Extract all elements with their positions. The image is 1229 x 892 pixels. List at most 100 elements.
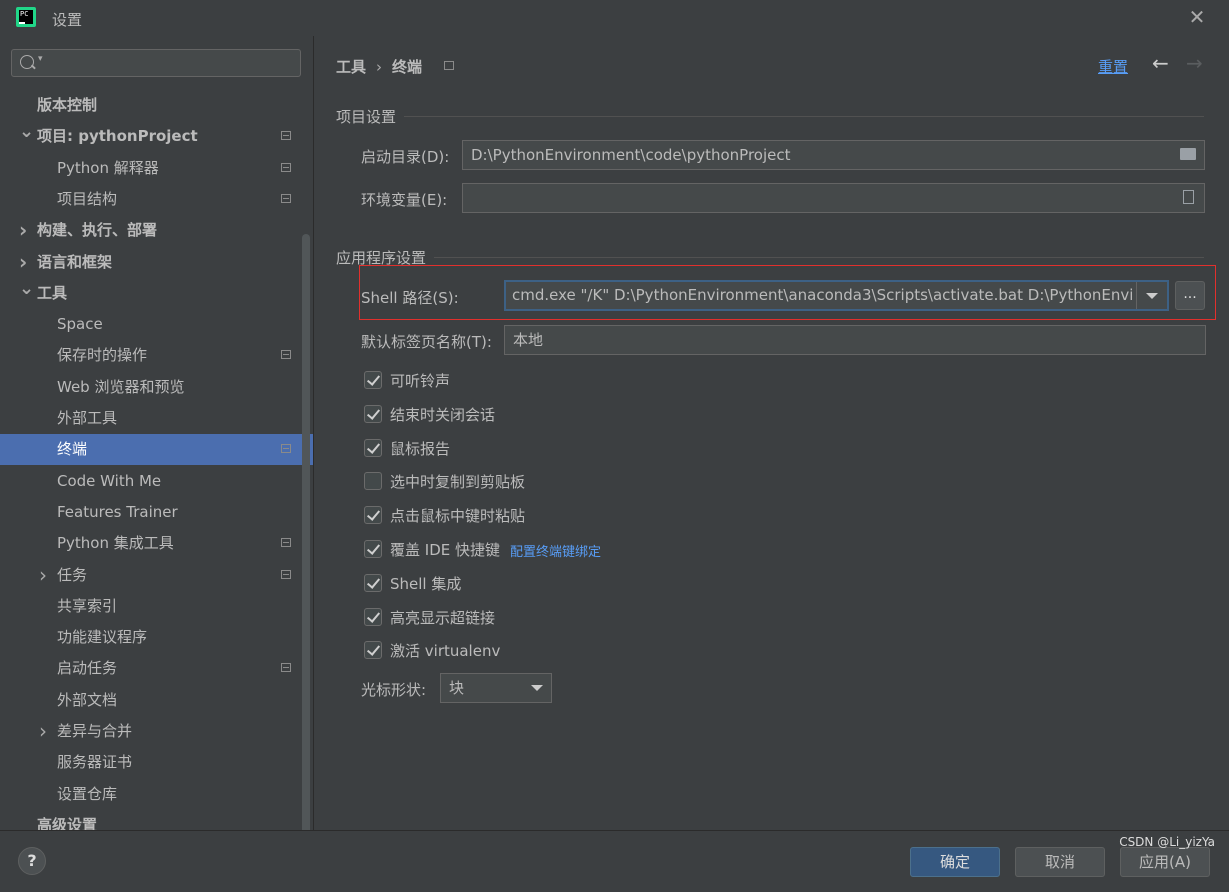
sidebar-item[interactable]: ⌄ 工具 xyxy=(0,278,313,309)
chevron-right-icon[interactable]: › xyxy=(39,716,47,747)
sidebar-item[interactable]: ⌄ 项目: pythonProject xyxy=(0,121,313,152)
checkbox-label[interactable]: 选中时复制到剪贴板 xyxy=(390,471,525,492)
cursor-shape-value: 块 xyxy=(449,679,465,697)
sidebar-item[interactable]: Space xyxy=(0,309,313,340)
configure-keybindings-link[interactable]: 配置终端键绑定 xyxy=(510,541,601,560)
checkbox-label[interactable]: 覆盖 IDE 快捷键 xyxy=(390,539,500,560)
breadcrumb-parent[interactable]: 工具 xyxy=(336,58,366,76)
breadcrumb-separator: › xyxy=(376,58,383,76)
sidebar-item[interactable]: 共享索引 xyxy=(0,591,313,622)
ok-button[interactable]: 确定 xyxy=(910,847,1000,877)
sidebar-item[interactable]: 保存时的操作 xyxy=(0,340,313,371)
window-title: 设置 xyxy=(52,11,83,29)
start-dir-value: D:\PythonEnvironment\code\pythonProject xyxy=(471,146,791,164)
folder-icon[interactable] xyxy=(1180,148,1196,160)
checkbox[interactable] xyxy=(364,438,382,457)
sidebar-item[interactable]: 终端 xyxy=(0,434,313,466)
project-settings-title: 项目设置 xyxy=(336,108,397,126)
sidebar-item[interactable]: 项目结构 xyxy=(0,184,313,215)
sidebar-item[interactable]: › 任务 xyxy=(0,560,313,591)
sidebar-item[interactable]: Code With Me xyxy=(0,466,313,497)
sidebar-item[interactable]: Web 浏览器和预览 xyxy=(0,372,313,403)
chevron-down-icon: ▾ xyxy=(38,54,43,64)
sidebar-item[interactable]: Python 解释器 xyxy=(0,153,313,184)
sidebar-item[interactable]: 版本控制 xyxy=(0,90,313,121)
checkbox[interactable] xyxy=(364,371,382,389)
chevron-down-icon[interactable]: ⌄ xyxy=(19,273,34,304)
sidebar-item-label: 项目: pythonProject xyxy=(37,127,198,146)
env-vars-field[interactable] xyxy=(462,183,1205,213)
chevron-down-icon[interactable] xyxy=(1136,282,1167,309)
reset-link[interactable]: 重置 xyxy=(1098,56,1128,77)
help-button[interactable]: ? xyxy=(18,847,46,875)
sidebar-item-label: Features Trainer xyxy=(57,502,178,521)
sidebar-item-label: 任务 xyxy=(57,565,88,584)
sidebar-item-label: 外部工具 xyxy=(57,409,118,427)
sidebar-item-label: 终端 xyxy=(57,440,88,459)
sidebar-item-label: Web 浏览器和预览 xyxy=(57,377,185,396)
sidebar-item[interactable]: 服务器证书 xyxy=(0,747,313,778)
project-scope-icon xyxy=(444,61,454,70)
shell-path-label: Shell 路径(S): xyxy=(361,289,459,307)
checkbox-label[interactable]: 鼠标报告 xyxy=(390,438,450,459)
chevron-right-icon[interactable]: › xyxy=(19,215,27,246)
pycharm-logo-icon: PC xyxy=(16,7,36,27)
checkbox[interactable] xyxy=(364,472,382,491)
sidebar-item-label: 差异与合并 xyxy=(57,722,133,740)
project-scope-icon xyxy=(281,162,291,172)
chevron-down-icon[interactable]: ⌄ xyxy=(19,116,34,147)
sidebar-item[interactable]: Features Trainer xyxy=(0,497,313,528)
checkbox[interactable] xyxy=(364,506,382,525)
sidebar-item-label: Code With Me xyxy=(57,471,162,490)
browse-button[interactable]: ... xyxy=(1175,281,1205,310)
sidebar-item-label: 启动任务 xyxy=(57,659,118,678)
sidebar-item[interactable]: 启动任务 xyxy=(0,653,313,684)
sidebar-item[interactable]: 外部工具 xyxy=(0,403,313,434)
apply-button[interactable]: 应用(A) xyxy=(1120,847,1210,877)
sidebar-item[interactable]: 功能建议程序 xyxy=(0,622,313,653)
checkbox-label[interactable]: 结束时关闭会话 xyxy=(390,404,495,425)
sidebar-item-label: 外部文档 xyxy=(57,690,118,709)
sidebar-item[interactable]: › 语言和框架 xyxy=(0,247,313,278)
project-scope-icon xyxy=(281,569,291,579)
sidebar-item-label: 功能建议程序 xyxy=(57,628,148,647)
checkbox[interactable] xyxy=(364,607,382,626)
sidebar-scrollbar[interactable] xyxy=(302,234,310,864)
cursor-shape-select[interactable]: 块 xyxy=(440,673,552,703)
checkbox[interactable] xyxy=(364,641,382,660)
sidebar-item-label: 共享索引 xyxy=(57,596,118,615)
shell-path-value[interactable]: cmd.exe "/K" D:\PythonEnvironment\anacon… xyxy=(512,282,1132,309)
sidebar-item-label: 保存时的操作 xyxy=(57,346,148,365)
close-icon[interactable]: ✕ xyxy=(1187,7,1207,27)
sidebar-item[interactable]: › 差异与合并 xyxy=(0,716,313,747)
cancel-button[interactable]: 取消 xyxy=(1015,847,1105,877)
sidebar-item-label: 服务器证书 xyxy=(57,753,133,772)
watermark: CSDN @Li_yizYa xyxy=(1119,835,1215,849)
chevron-right-icon[interactable]: › xyxy=(39,560,47,591)
checkbox[interactable] xyxy=(364,573,382,592)
breadcrumb-current: 终端 xyxy=(392,58,423,76)
back-arrow-icon[interactable]: ← xyxy=(1152,51,1169,75)
dialog-footer: ? 确定 取消 应用(A) xyxy=(0,830,1229,892)
document-icon[interactable] xyxy=(1183,190,1194,204)
checkbox[interactable] xyxy=(364,540,382,558)
checkbox-label[interactable]: 激活 virtualenv xyxy=(390,640,500,661)
search-input[interactable]: ▾ xyxy=(11,49,301,77)
shell-path-combo[interactable]: cmd.exe "/K" D:\PythonEnvironment\anacon… xyxy=(504,280,1169,311)
project-scope-icon xyxy=(281,350,291,360)
checkbox-label[interactable]: 可听铃声 xyxy=(390,370,450,391)
project-scope-icon xyxy=(281,663,291,673)
sidebar-item-label: Python 集成工具 xyxy=(57,534,174,553)
sidebar-item[interactable]: › 构建、执行、部署 xyxy=(0,215,313,246)
project-scope-icon xyxy=(281,193,291,203)
checkbox-label[interactable]: 高亮显示超链接 xyxy=(390,607,495,628)
sidebar-item[interactable]: 设置仓库 xyxy=(0,779,313,810)
start-dir-field[interactable]: D:\PythonEnvironment\code\pythonProject xyxy=(462,140,1205,170)
tab-name-field[interactable]: 本地 xyxy=(504,325,1206,355)
checkbox[interactable] xyxy=(364,404,382,423)
sidebar-item[interactable]: 外部文档 xyxy=(0,685,313,716)
forward-arrow-icon[interactable]: → xyxy=(1186,51,1203,75)
checkbox-label[interactable]: Shell 集成 xyxy=(390,573,461,594)
checkbox-label[interactable]: 点击鼠标中键时粘贴 xyxy=(390,505,525,526)
sidebar-item[interactable]: Python 集成工具 xyxy=(0,528,313,559)
